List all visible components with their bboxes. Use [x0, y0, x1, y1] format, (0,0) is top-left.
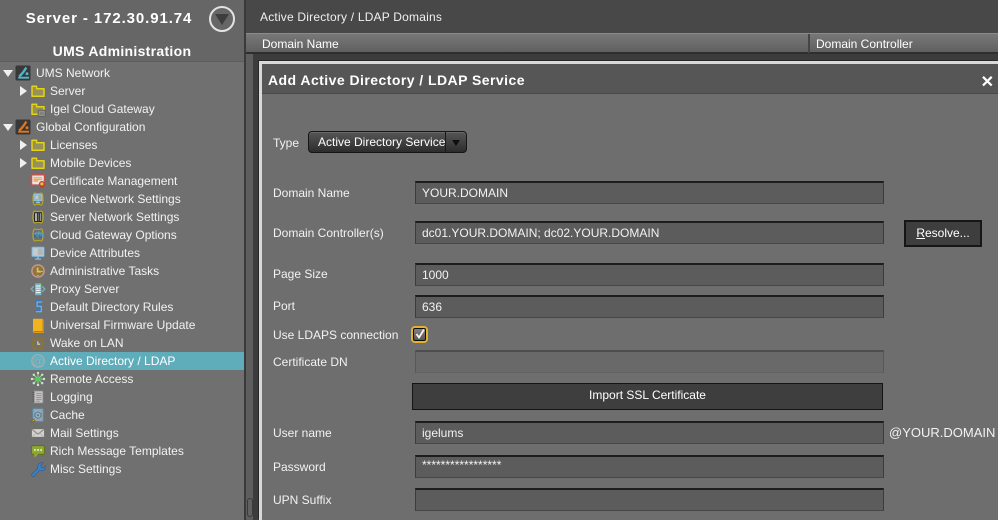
svg-text:ICG: ICG	[34, 233, 43, 238]
svg-text:@: @	[33, 356, 44, 368]
